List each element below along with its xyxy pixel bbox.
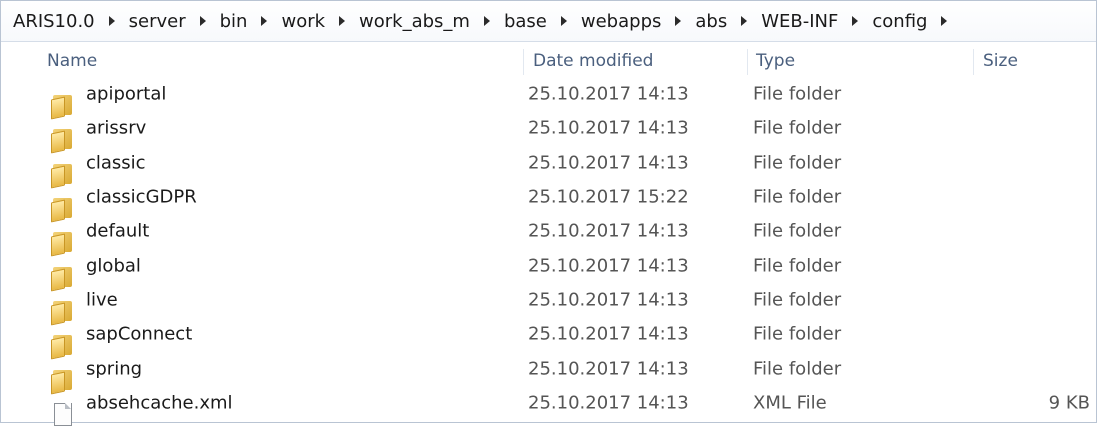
chevron-right-icon[interactable]: [741, 16, 748, 26]
column-header-date[interactable]: Date modified: [533, 51, 653, 71]
item-type: File folder: [753, 152, 842, 174]
item-type: File folder: [753, 323, 842, 345]
list-item[interactable]: default 25.10.2017 14:13 File folder: [1, 214, 1096, 257]
chevron-right-icon[interactable]: [852, 16, 859, 26]
breadcrumb-item[interactable]: bin: [218, 11, 280, 32]
item-date-modified: 25.10.2017 14:13: [528, 117, 689, 139]
item-name: sapConnect: [86, 323, 193, 345]
breadcrumb-item[interactable]: webapps: [579, 11, 693, 32]
item-date-modified: 25.10.2017 14:13: [528, 83, 689, 105]
list-item[interactable]: absehcache.xml 25.10.2017 14:13 XML File 9 …: [1, 386, 1096, 426]
breadcrumb-item-label: work_abs_m: [359, 10, 470, 32]
column-divider[interactable]: [523, 49, 524, 75]
item-name: absehcache.xml: [86, 392, 233, 414]
breadcrumb-item-label: abs: [695, 10, 728, 32]
chevron-right-icon[interactable]: [339, 16, 346, 26]
file-explorer-window: ARIS10.0 server bin work work_abs_m base webap…: [0, 0, 1097, 426]
item-type: File folder: [753, 255, 842, 277]
item-date-modified: 25.10.2017 14:13: [528, 358, 689, 380]
item-name: default: [86, 220, 150, 242]
breadcrumb-item[interactable]: work_abs_m: [357, 11, 502, 32]
list-item[interactable]: classicGDPR 25.10.2017 15:22 File folder: [1, 180, 1096, 223]
item-date-modified: 25.10.2017 14:13: [528, 392, 689, 414]
breadcrumb-item[interactable]: server: [127, 11, 218, 32]
file-list: apiportal 25.10.2017 14:13 File folder aris…: [1, 77, 1096, 426]
item-type: File folder: [753, 83, 842, 105]
chevron-right-icon[interactable]: [261, 16, 268, 26]
column-headers: Name Date modified Type Size: [1, 49, 1096, 77]
item-date-modified: 25.10.2017 14:13: [528, 323, 689, 345]
breadcrumb-item-label: server: [128, 10, 186, 32]
item-name: apiportal: [86, 83, 167, 105]
breadcrumb-item[interactable]: abs: [693, 11, 759, 32]
item-date-modified: 25.10.2017 14:13: [528, 220, 689, 242]
item-name: arissrv: [86, 117, 147, 139]
chevron-right-icon[interactable]: [941, 16, 948, 26]
column-header-size[interactable]: Size: [983, 51, 1018, 71]
breadcrumb[interactable]: ARIS10.0 server bin work work_abs_m base webap…: [1, 1, 1096, 42]
breadcrumb-item[interactable]: base: [502, 11, 579, 32]
chevron-right-icon[interactable]: [483, 16, 490, 26]
item-name: global: [86, 255, 141, 277]
chevron-right-icon[interactable]: [675, 16, 682, 26]
breadcrumb-item[interactable]: config: [870, 11, 959, 32]
item-type: File folder: [753, 220, 842, 242]
breadcrumb-item-label: bin: [219, 10, 248, 32]
breadcrumb-item-label: base: [503, 10, 547, 32]
item-date-modified: 25.10.2017 14:13: [528, 152, 689, 174]
list-item[interactable]: sapConnect 25.10.2017 14:13 File folder: [1, 317, 1096, 360]
list-item[interactable]: spring 25.10.2017 14:13 File folder: [1, 351, 1096, 395]
column-header-type[interactable]: Type: [756, 51, 795, 71]
item-name: classic: [86, 152, 146, 174]
column-divider[interactable]: [747, 49, 748, 75]
breadcrumb-item-label: webapps: [580, 10, 662, 32]
item-type: File folder: [753, 289, 842, 311]
item-date-modified: 25.10.2017 14:13: [528, 289, 689, 311]
item-type: XML File: [753, 392, 827, 414]
list-item[interactable]: arissrv 25.10.2017 14:13 File folder: [1, 111, 1096, 154]
breadcrumb-item[interactable]: ARIS10.0: [11, 11, 127, 32]
breadcrumb-item-label: ARIS10.0: [13, 10, 95, 32]
item-type: File folder: [753, 358, 842, 380]
item-name: classicGDPR: [86, 186, 197, 208]
breadcrumb-item-label: work: [281, 10, 326, 32]
breadcrumb-item-label: config: [872, 10, 928, 32]
chevron-right-icon[interactable]: [199, 16, 206, 26]
item-type: File folder: [753, 186, 842, 208]
list-item[interactable]: live 25.10.2017 14:13 File folder: [1, 283, 1096, 326]
breadcrumb-item-label: WEB-INF: [761, 10, 839, 32]
column-divider[interactable]: [973, 49, 974, 75]
breadcrumb-item[interactable]: work: [279, 11, 357, 32]
item-name: spring: [86, 358, 143, 380]
item-date-modified: 25.10.2017 14:13: [528, 255, 689, 277]
list-item[interactable]: global 25.10.2017 14:13 File folder: [1, 248, 1096, 292]
chevron-right-icon[interactable]: [108, 16, 115, 26]
list-item[interactable]: classic 25.10.2017 14:13 File folder: [1, 146, 1096, 189]
item-date-modified: 25.10.2017 15:22: [528, 186, 689, 208]
item-type: File folder: [753, 117, 842, 139]
list-item[interactable]: apiportal 25.10.2017 14:13 File folder: [1, 77, 1096, 120]
item-name: live: [86, 289, 118, 311]
chevron-right-icon[interactable]: [560, 16, 567, 26]
item-size: 9 KB: [1048, 392, 1090, 414]
breadcrumb-item[interactable]: WEB-INF: [759, 11, 870, 32]
column-header-name[interactable]: Name: [47, 51, 97, 71]
